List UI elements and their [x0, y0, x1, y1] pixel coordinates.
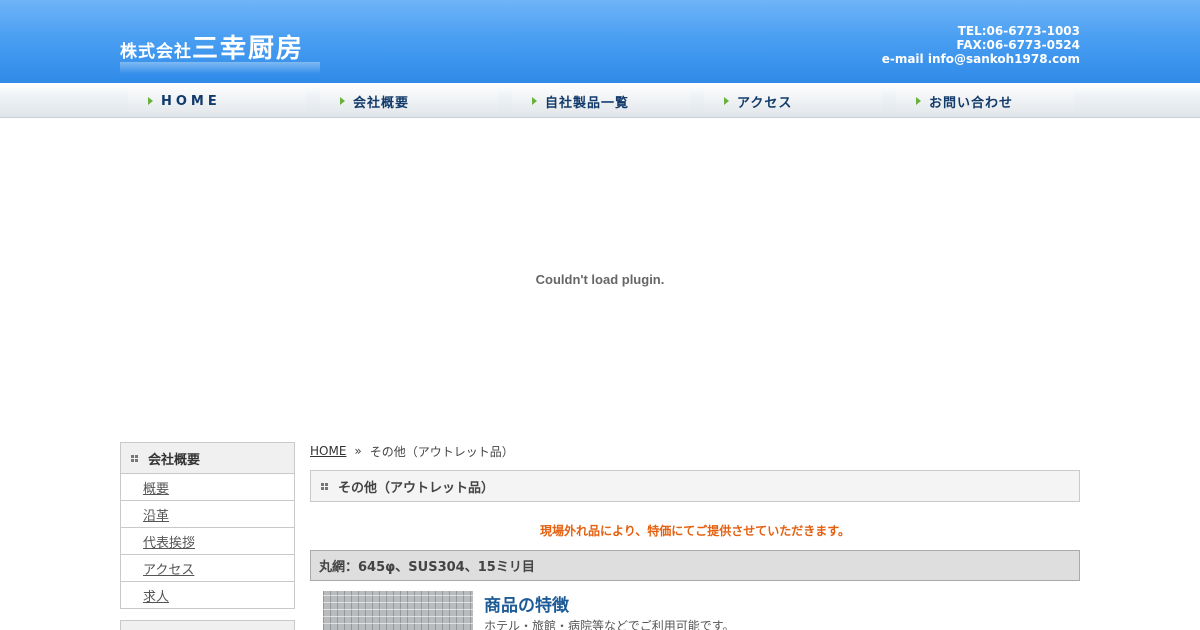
- contact-info: TEL:06-6773-1003 FAX:06-6773-0524 e-mail…: [882, 24, 1080, 66]
- email-text: e-mail info@sankoh1978.com: [881, 52, 1080, 66]
- sidebar-link[interactable]: アクセス: [143, 559, 194, 578]
- breadcrumb: HOME » その他（アウトレット品）: [310, 442, 1080, 460]
- page-title: その他（アウトレット品）: [338, 480, 495, 496]
- sidebar-heading-next: [120, 620, 295, 630]
- feature-heading: 商品の特徴: [484, 596, 569, 616]
- nav-item-company[interactable]: 会社概要: [320, 88, 498, 114]
- product-body: 商品の特徴 ホテル・旅館・病院等などでご利用可能です。: [310, 591, 1080, 630]
- arrow-right-icon: [724, 97, 729, 105]
- sidebar-link[interactable]: 沿革: [143, 505, 169, 524]
- nav-label: お問い合わせ: [929, 95, 1014, 111]
- fax-text: FAX:06-6773-0524: [956, 38, 1080, 52]
- logo-name: 三幸厨房: [192, 34, 305, 64]
- sidebar-item-access: アクセス: [121, 555, 294, 582]
- tel-text: TEL:06-6773-1003: [957, 24, 1080, 38]
- site-header: 株式会社三幸厨房 TEL:06-6773-1003 FAX:06-6773-05…: [0, 0, 1200, 83]
- arrow-right-icon: [148, 97, 153, 105]
- breadcrumb-current: その他（アウトレット品）: [369, 444, 514, 459]
- nav-item-home[interactable]: HOME: [128, 88, 306, 114]
- sidebar-heading-label: 会社概要: [148, 452, 201, 468]
- page-title-box: その他（アウトレット品）: [310, 470, 1080, 502]
- grid-square-icon: [321, 482, 328, 490]
- nav-label: 自社製品一覧: [545, 95, 630, 111]
- feature-description: ホテル・旅館・病院等などでご利用可能です。: [484, 619, 735, 630]
- sidebar-item-overview: 概要: [121, 474, 294, 501]
- plugin-placeholder: Couldn't load plugin.: [0, 118, 1200, 440]
- sidebar-item-recruit: 求人: [121, 582, 294, 609]
- main-content: HOME » その他（アウトレット品） その他（アウトレット品） 現場外れ品によ…: [310, 442, 1080, 630]
- arrow-right-icon: [916, 97, 921, 105]
- sidebar-link[interactable]: 求人: [143, 586, 169, 605]
- arrow-right-icon: [532, 97, 537, 105]
- breadcrumb-separator: »: [354, 444, 362, 458]
- sidebar: 会社概要 概要 沿革 代表挨拶 アクセス 求人: [120, 442, 295, 630]
- sidebar-link[interactable]: 代表挨拶: [143, 532, 195, 551]
- sidebar-link[interactable]: 概要: [143, 478, 169, 497]
- nav-label: HOME: [161, 93, 221, 109]
- logo-prefix: 株式会社: [120, 42, 192, 62]
- plugin-error-message: Couldn't load plugin.: [535, 271, 665, 287]
- sidebar-list: 概要 沿革 代表挨拶 アクセス 求人: [120, 474, 295, 609]
- nav-label: アクセス: [737, 95, 793, 111]
- nav-item-contact[interactable]: お問い合わせ: [896, 88, 1074, 114]
- product-image[interactable]: [323, 591, 473, 630]
- nav-item-products[interactable]: 自社製品一覧: [512, 88, 690, 114]
- logo-reflection: [120, 62, 320, 74]
- grid-square-icon: [131, 454, 138, 462]
- product-heading: 丸網：645φ、SUS304、15ミリ目: [310, 550, 1080, 581]
- arrow-right-icon: [340, 97, 345, 105]
- nav-label: 会社概要: [353, 95, 410, 111]
- product-title: 丸網：645φ、SUS304、15ミリ目: [319, 560, 535, 575]
- notice-text: 現場外れ品により、特価にてご提供させていただきます。: [539, 524, 851, 538]
- breadcrumb-home-link[interactable]: HOME: [310, 444, 346, 458]
- nav-item-access[interactable]: アクセス: [704, 88, 882, 114]
- company-logo[interactable]: 株式会社三幸厨房: [120, 28, 320, 74]
- sidebar-heading: 会社概要: [120, 442, 295, 474]
- sidebar-item-greeting: 代表挨拶: [121, 528, 294, 555]
- sidebar-item-history: 沿革: [121, 501, 294, 528]
- global-nav: HOME 会社概要 自社製品一覧 アクセス お問い合わせ: [128, 88, 1074, 114]
